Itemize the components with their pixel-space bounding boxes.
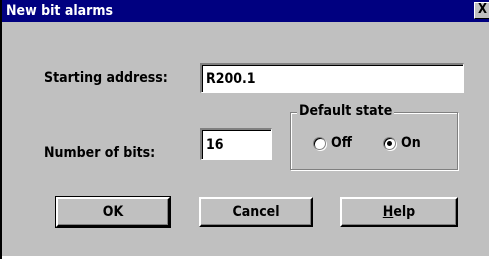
help-accelerator: H: [382, 204, 394, 220]
radio-on[interactable]: On: [383, 135, 421, 151]
help-button[interactable]: Help: [340, 197, 458, 227]
help-label-rest: elp: [393, 204, 416, 220]
default-state-group: Default state Off On: [290, 103, 458, 170]
radio-off[interactable]: Off: [313, 135, 352, 151]
window-title: New bit alarms: [6, 3, 113, 19]
title-bar[interactable]: New bit alarms X: [2, 0, 489, 22]
radio-off-label: Off: [331, 135, 352, 151]
starting-address-input[interactable]: [200, 63, 464, 93]
default-state-legend: Default state: [297, 103, 395, 119]
radio-on-circle[interactable]: [383, 136, 396, 150]
radio-off-circle[interactable]: [313, 136, 326, 150]
starting-address-label: Starting address:: [44, 70, 168, 86]
number-of-bits-label: Number of bits:: [44, 145, 156, 161]
number-of-bits-input[interactable]: [200, 128, 272, 160]
close-icon[interactable]: X: [474, 2, 489, 19]
ok-button[interactable]: OK: [55, 196, 171, 228]
radio-on-label: On: [401, 135, 421, 151]
cancel-button[interactable]: Cancel: [199, 197, 313, 227]
new-bit-alarms-dialog: New bit alarms X Starting address: Numbe…: [0, 0, 489, 259]
